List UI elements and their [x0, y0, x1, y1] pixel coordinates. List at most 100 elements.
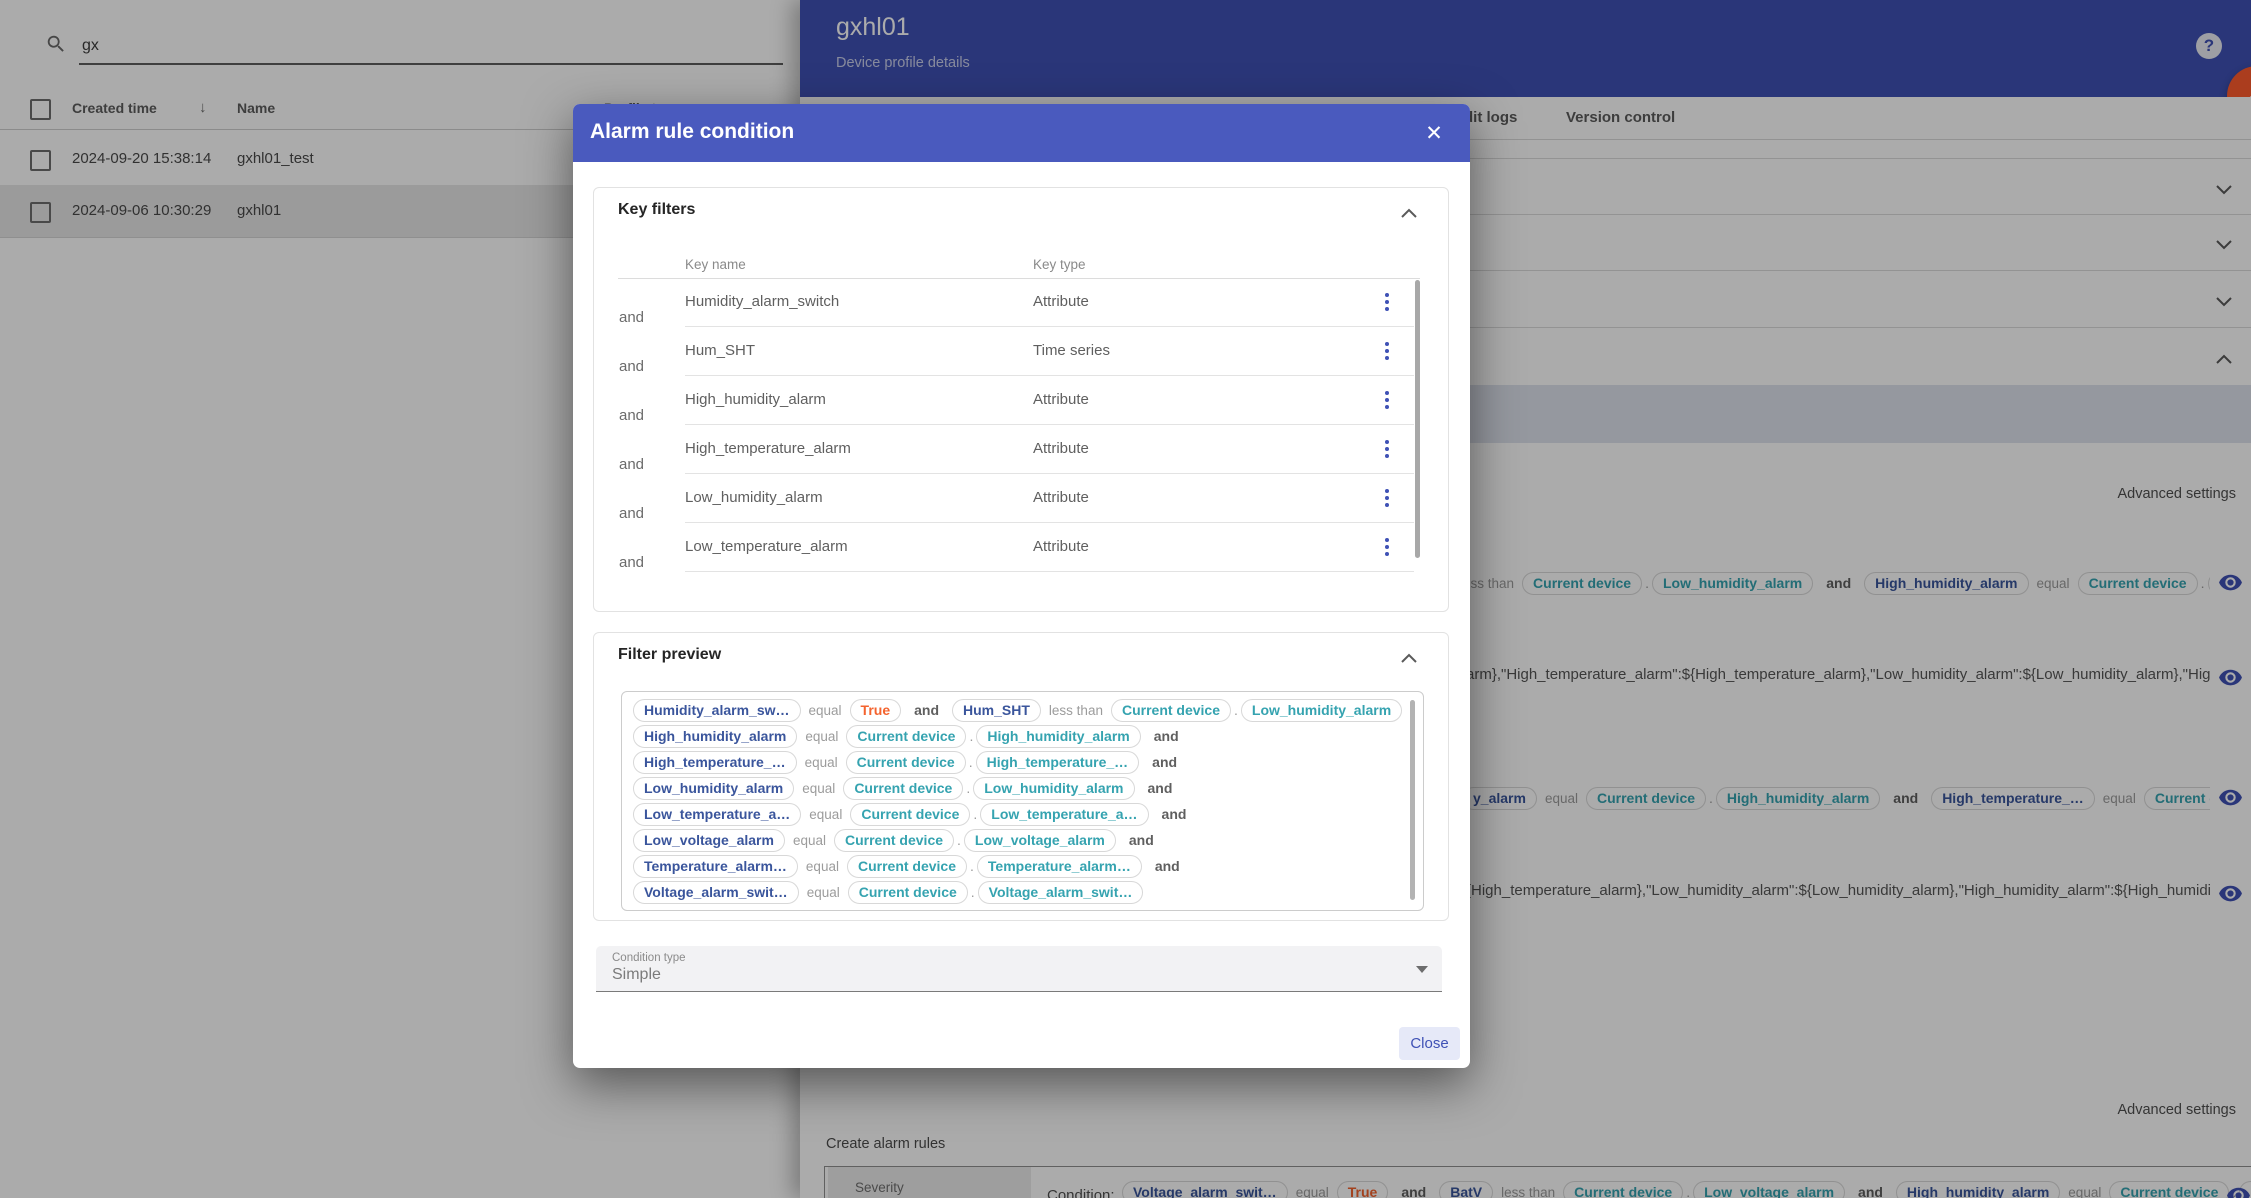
- chip-ent: Current device: [843, 777, 963, 800]
- chip-and: and: [1123, 832, 1160, 849]
- key-name-cell: High_temperature_alarm: [685, 440, 851, 457]
- chip-op: equal: [801, 780, 836, 797]
- chip-attr: Low_voltage_alarm: [964, 829, 1116, 852]
- key-name-cell: Hum_SHT: [685, 342, 755, 359]
- chip-op: less than: [1048, 702, 1104, 719]
- key-name-cell: Low_humidity_alarm: [685, 489, 823, 506]
- row-menu-button[interactable]: [1375, 388, 1399, 412]
- chip-dot: .: [968, 754, 974, 771]
- key-filter-rows: and Humidity_alarm_switch Attribute and …: [594, 278, 1420, 572]
- filter-preview-box: Humidity_alarm_sw…equalTrueandHum_SHTles…: [621, 691, 1424, 911]
- chip-key: Low_voltage_alarm: [633, 829, 785, 852]
- kebab-menu-icon: [1385, 293, 1389, 297]
- row-menu-button[interactable]: [1375, 486, 1399, 510]
- scrollbar[interactable]: [1410, 700, 1415, 900]
- chip-dot: .: [965, 780, 971, 797]
- key-filters-card: Key filters Key name Key type and Humidi…: [593, 187, 1449, 612]
- chip-and: and: [1146, 754, 1183, 771]
- and-label: and: [619, 358, 644, 375]
- chip-ent: Current device: [850, 803, 970, 826]
- chip-op: equal: [806, 884, 841, 901]
- key-type-cell: Attribute: [1033, 538, 1089, 555]
- filter-line: Low_voltage_alarmequalCurrent device.Low…: [633, 827, 1403, 853]
- alarm-rule-condition-dialog: Alarm rule condition ✕ Key filters Key n…: [573, 104, 1470, 1068]
- chip-attr: High_humidity_alarm: [976, 725, 1140, 748]
- collapse-chevron-up-icon[interactable]: [1401, 650, 1417, 668]
- row-menu-button[interactable]: [1375, 339, 1399, 363]
- chip-attr: Temperature_alarm…: [977, 855, 1142, 878]
- and-label: and: [619, 309, 644, 326]
- chip-dot: .: [969, 858, 975, 875]
- key-filter-row: and Low_humidity_alarm Attribute: [594, 474, 1420, 523]
- key-type-cell: Attribute: [1033, 293, 1089, 310]
- chip-ent: Current device: [848, 881, 968, 904]
- close-button[interactable]: Close: [1399, 1027, 1460, 1060]
- filter-line: Voltage_alarm_swit…equalCurrent device.V…: [633, 879, 1403, 905]
- chip-key: Low_humidity_alarm: [633, 777, 794, 800]
- key-type-cell: Attribute: [1033, 440, 1089, 457]
- key-filter-row: and Low_temperature_alarm Attribute: [594, 523, 1420, 572]
- dialog-title: Alarm rule condition: [590, 120, 794, 144]
- kebab-menu-icon: [1385, 440, 1389, 444]
- chip-dot: .: [968, 728, 974, 745]
- chip-val: True: [850, 699, 902, 722]
- close-icon[interactable]: ✕: [1418, 117, 1450, 149]
- chip-ent: Current device: [1111, 699, 1231, 722]
- row-menu-button[interactable]: [1375, 535, 1399, 559]
- key-filter-row: and High_temperature_alarm Attribute: [594, 425, 1420, 474]
- condition-type-value: Simple: [612, 966, 661, 984]
- chip-op: equal: [808, 702, 843, 719]
- chip-ent: Current device: [846, 751, 966, 774]
- filter-line: High_temperature_…equalCurrent device.Hi…: [633, 749, 1403, 775]
- filter-preview-lines: Humidity_alarm_sw…equalTrueandHum_SHTles…: [633, 697, 1403, 906]
- condition-type-select[interactable]: Condition type Simple: [596, 946, 1442, 992]
- chip-attr: Low_humidity_alarm: [1241, 699, 1402, 722]
- chip-dot: .: [970, 884, 976, 901]
- chip-attr: Voltage_alarm_swit…: [978, 881, 1144, 904]
- scrollbar[interactable]: [1415, 280, 1420, 558]
- key-type-cell: Attribute: [1033, 489, 1089, 506]
- key-filters-title: Key filters: [618, 201, 695, 219]
- chip-key: Humidity_alarm_sw…: [633, 699, 801, 722]
- filter-line: Temperature_alarm…equalCurrent device.Te…: [633, 853, 1403, 879]
- chip-op: equal: [804, 754, 839, 771]
- filter-line: Low_humidity_alarmequalCurrent device.Lo…: [633, 775, 1403, 801]
- chip-ent: Current device: [834, 829, 954, 852]
- key-type-cell: Attribute: [1033, 391, 1089, 408]
- dialog-header: Alarm rule condition ✕: [573, 104, 1470, 162]
- chip-and: and: [1149, 858, 1186, 875]
- column-key-name: Key name: [685, 257, 746, 272]
- filter-line: Humidity_alarm_sw…equalTrueandHum_SHTles…: [633, 697, 1403, 723]
- row-menu-button[interactable]: [1375, 290, 1399, 314]
- chip-key: High_temperature_…: [633, 751, 797, 774]
- kebab-menu-icon: [1385, 391, 1389, 395]
- filter-preview-card: Filter preview Humidity_alarm_sw…equalTr…: [593, 632, 1449, 921]
- chip-op: equal: [805, 858, 840, 875]
- chip-and: and: [1156, 806, 1193, 823]
- key-name-cell: High_humidity_alarm: [685, 391, 826, 408]
- chip-dot: .: [1233, 702, 1239, 719]
- dropdown-caret-icon: [1416, 966, 1428, 973]
- chip-op: equal: [792, 832, 827, 849]
- filter-preview-title: Filter preview: [618, 646, 721, 664]
- chip-and: and: [1142, 780, 1179, 797]
- collapse-chevron-up-icon[interactable]: [1401, 205, 1417, 223]
- row-menu-button[interactable]: [1375, 437, 1399, 461]
- filter-line: Low_temperature_a…equalCurrent device.Lo…: [633, 801, 1403, 827]
- and-label: and: [619, 456, 644, 473]
- screen: Created time ↓ Name Profile type 2024-09…: [0, 0, 2251, 1198]
- filter-line: High_humidity_alarmequalCurrent device.H…: [633, 723, 1403, 749]
- chip-and: and: [908, 702, 945, 719]
- kebab-menu-icon: [1385, 489, 1389, 493]
- chip-ent: Current device: [846, 725, 966, 748]
- chip-op: equal: [808, 806, 843, 823]
- condition-type-label: Condition type: [612, 952, 686, 964]
- chip-key: High_humidity_alarm: [633, 725, 797, 748]
- chip-key: Voltage_alarm_swit…: [633, 881, 799, 904]
- kebab-menu-icon: [1385, 342, 1389, 346]
- chip-attr: High_temperature_…: [976, 751, 1140, 774]
- chip-ent: Current device: [847, 855, 967, 878]
- column-key-type: Key type: [1033, 257, 1086, 272]
- key-type-cell: Time series: [1033, 342, 1110, 359]
- chip-and: and: [1148, 728, 1185, 745]
